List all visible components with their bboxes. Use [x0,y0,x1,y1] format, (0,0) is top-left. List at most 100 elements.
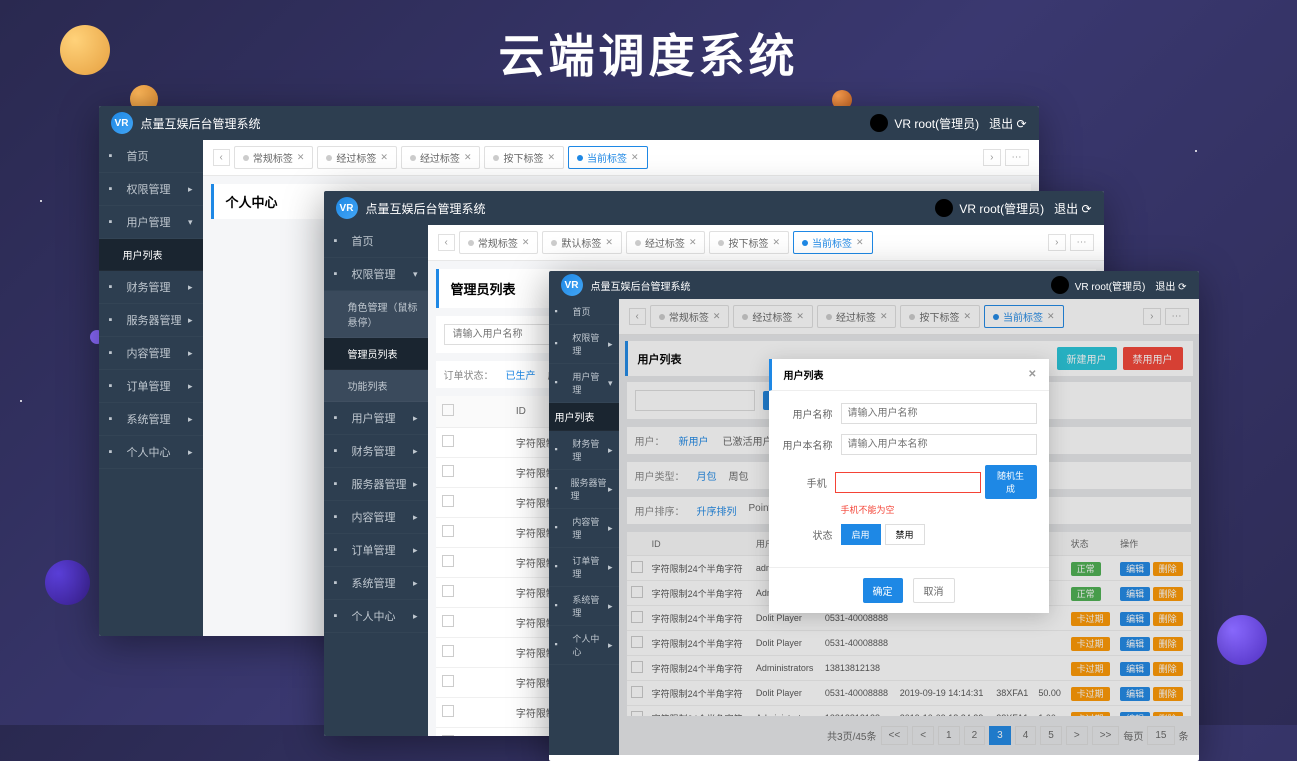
sidebar-item-label: 首页 [352,233,374,249]
sidebar-item[interactable]: ▪内容管理▸ [99,337,203,370]
close-icon[interactable]: ✕ [605,237,613,248]
sidebar-item[interactable]: ▪首页 [549,299,619,325]
tab-next[interactable]: › [1048,234,1065,251]
sidebar-item[interactable]: ▪订单管理▸ [549,548,619,587]
sidebar-item[interactable]: ▪个人中心▸ [99,436,203,469]
tab[interactable]: 当前标签✕ [568,146,648,169]
tab[interactable]: 经过标签✕ [401,146,481,169]
cancel-button[interactable]: 取消 [913,578,955,603]
checkbox[interactable] [442,705,454,717]
tab-next[interactable]: › [983,149,1000,166]
checkbox[interactable] [442,465,454,477]
user-label[interactable]: VR root(管理员) [1075,278,1146,293]
close-icon[interactable]: ✕ [772,237,780,248]
sidebar-item[interactable]: ▪权限管理▾ [324,258,428,291]
sidebar-item[interactable]: ▪内容管理▸ [549,509,619,548]
tab-more[interactable]: ⋯ [1070,234,1094,251]
menu-icon: ▪ [109,314,121,326]
close-icon[interactable]: ✕ [547,152,555,163]
sidebar-item[interactable]: ▪服务器管理▸ [99,304,203,337]
checkbox[interactable] [442,435,454,447]
close-icon[interactable]: ✕ [1028,369,1036,380]
tab[interactable]: 经过标签✕ [626,231,706,254]
user-label[interactable]: VR root(管理员) [959,200,1044,217]
sidebar-item[interactable]: 用户列表 [549,403,619,431]
tab[interactable]: 按下标签✕ [484,146,564,169]
chevron-icon: ▾ [188,217,193,228]
chevron-icon: ▸ [188,315,193,326]
sidebar-item[interactable]: ▪财务管理▸ [99,271,203,304]
app-title: 点量互娱后台管理系统 [141,115,871,132]
menu-icon: ▪ [109,380,121,392]
sidebar-item[interactable]: ▪权限管理▸ [549,325,619,364]
logout-button[interactable]: 退出 ⟳ [1155,278,1186,293]
avatar[interactable] [1051,276,1069,294]
realname-input[interactable] [841,434,1037,455]
checkbox[interactable] [442,495,454,507]
checkbox[interactable] [442,675,454,687]
phone-input[interactable] [835,472,981,493]
checkbox[interactable] [442,404,454,416]
chevron-icon: ▸ [608,523,613,534]
close-icon[interactable]: ✕ [689,237,697,248]
filter-option[interactable]: 已生产 [506,367,536,382]
sidebar-item[interactable]: ▪内容管理▸ [324,501,428,534]
close-icon[interactable]: ✕ [297,152,305,163]
checkbox[interactable] [442,555,454,567]
logout-button[interactable]: 退出 ⟳ [989,115,1026,132]
sidebar-item[interactable]: ▪服务器管理▸ [324,468,428,501]
sidebar-item[interactable]: ▪个人中心▸ [324,600,428,633]
close-icon[interactable]: ✕ [380,152,388,163]
checkbox[interactable] [442,585,454,597]
sidebar-item[interactable]: ▪首页 [99,140,203,173]
checkbox[interactable] [442,645,454,657]
sidebar-item[interactable]: 角色管理（鼠标悬停） [324,291,428,338]
sidebar-item-label: 系统管理 [352,575,396,591]
sidebar-item[interactable]: 功能列表 [324,370,428,402]
sidebar-item[interactable]: ▪系统管理▸ [324,567,428,600]
tab-more[interactable]: ⋯ [1005,149,1029,166]
tab[interactable]: 默认标签✕ [542,231,622,254]
sidebar-item-label: 角色管理（鼠标悬停） [348,299,418,329]
sidebar-item[interactable]: ▪订单管理▸ [99,370,203,403]
search-input[interactable] [444,324,564,345]
checkbox[interactable] [442,615,454,627]
random-phone-button[interactable]: 随机生成 [985,465,1037,499]
sidebar-item[interactable]: ▪用户管理▸ [324,402,428,435]
tab[interactable]: 当前标签✕ [793,231,873,254]
tab-prev[interactable]: ‹ [213,149,230,166]
checkbox[interactable] [442,735,454,736]
logout-button[interactable]: 退出 ⟳ [1054,200,1091,217]
tab[interactable]: 常规标签✕ [459,231,539,254]
sidebar-item[interactable]: ▪个人中心▸ [549,626,619,665]
tab[interactable]: 按下标签✕ [709,231,789,254]
status-enable-radio[interactable]: 启用 [841,524,881,545]
sidebar-item[interactable]: 管理员列表 [324,338,428,370]
tab-prev[interactable]: ‹ [438,234,455,251]
checkbox[interactable] [442,525,454,537]
avatar[interactable] [935,199,953,217]
username-input[interactable] [841,403,1037,424]
sidebar-item[interactable]: 用户列表 [99,239,203,271]
sidebar-item[interactable]: ▪用户管理▾ [549,364,619,403]
modal-overlay: 用户列表 ✕ 用户名称 用户本名称 手机 [619,299,1199,755]
sidebar-item[interactable]: ▪首页 [324,225,428,258]
sidebar-item[interactable]: ▪系统管理▸ [549,587,619,626]
sidebar-item[interactable]: ▪权限管理▸ [99,173,203,206]
sidebar-item[interactable]: ▪用户管理▾ [99,206,203,239]
close-icon[interactable]: ✕ [464,152,472,163]
confirm-button[interactable]: 确定 [863,578,903,603]
sidebar-item[interactable]: ▪服务器管理▸ [549,470,619,509]
avatar[interactable] [870,114,888,132]
tab[interactable]: 经过标签✕ [317,146,397,169]
close-icon[interactable]: ✕ [631,152,639,163]
user-label[interactable]: VR root(管理员) [894,115,979,132]
sidebar-item[interactable]: ▪订单管理▸ [324,534,428,567]
sidebar-item[interactable]: ▪系统管理▸ [99,403,203,436]
status-disable-radio[interactable]: 禁用 [885,524,925,545]
sidebar-item[interactable]: ▪财务管理▸ [324,435,428,468]
close-icon[interactable]: ✕ [522,237,530,248]
close-icon[interactable]: ✕ [856,237,864,248]
tab[interactable]: 常规标签✕ [234,146,314,169]
sidebar-item[interactable]: ▪财务管理▸ [549,431,619,470]
